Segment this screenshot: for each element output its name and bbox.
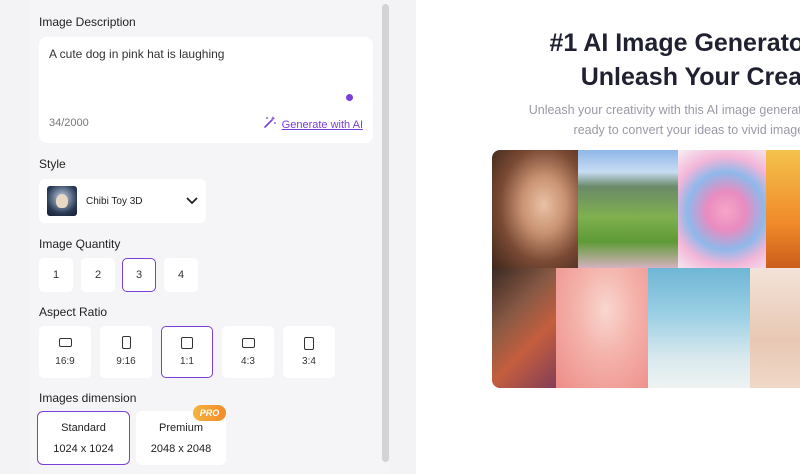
aspect-ratio-label-4-3: 4:3 [241, 356, 255, 367]
aspect-ratio-1-1[interactable]: 1:1 [161, 326, 213, 378]
aspect-ratio-label: Aspect Ratio [39, 305, 108, 319]
hero-subtitle-line1: Unleash your creativity with this AI ima… [528, 103, 800, 117]
aspect-ratio-4-3[interactable]: 4:3 [222, 326, 274, 378]
aspect-ratio-16-9[interactable]: 16:9 [39, 326, 91, 378]
portrait-ratio-icon [122, 336, 131, 349]
sample-image-anime-girl [556, 268, 656, 388]
generate-with-ai-button[interactable]: Generate with AI [263, 115, 363, 134]
dimension-standard-size: 1024 x 1024 [53, 443, 114, 455]
magic-wand-icon [263, 115, 277, 134]
aspect-ratio-label-9-16: 9:16 [116, 356, 136, 367]
sample-image-gallery [492, 150, 800, 388]
description-label: Image Description [39, 15, 136, 29]
quantity-option-3[interactable]: 3 [122, 258, 156, 292]
hero-subtitle: Unleash your creativity with this AI ima… [462, 100, 800, 140]
aspect-ratio-label-1-1: 1:1 [180, 356, 194, 367]
style-thumbnail [47, 186, 77, 216]
chevron-down-icon [186, 192, 198, 210]
portrait-ratio-icon [304, 337, 314, 350]
description-text[interactable]: A cute dog in pink hat is laughing [49, 47, 224, 61]
style-dropdown[interactable]: Chibi Toy 3D [39, 179, 206, 223]
aspect-ratio-label-3-4: 3:4 [302, 356, 316, 367]
panel-scrollbar[interactable] [382, 4, 389, 462]
sample-image-woman-sky [648, 268, 758, 388]
sample-image-flower-landscape [578, 150, 686, 272]
description-textarea[interactable]: A cute dog in pink hat is laughing 34/20… [39, 37, 373, 143]
landscape-ratio-icon [242, 338, 255, 348]
sample-image-portrait-woman [492, 150, 586, 272]
hero-subtitle-line2: ready to convert your ideas to vivid ima… [573, 123, 800, 137]
cursor-dot [346, 94, 353, 101]
quantity-option-1[interactable]: 1 [39, 258, 73, 292]
aspect-ratio-9-16[interactable]: 9:16 [100, 326, 152, 378]
style-selected-value: Chibi Toy 3D [86, 195, 143, 207]
dimension-standard[interactable]: Standard 1024 x 1024 [37, 411, 130, 465]
sample-image-orange-scene [766, 150, 800, 272]
pro-badge: PRO [193, 405, 226, 421]
quantity-label: Image Quantity [39, 237, 121, 251]
quantity-option-4[interactable]: 4 [164, 258, 198, 292]
hero-section: #1 AI Image Generator Onl Unleash Your C… [416, 0, 800, 474]
square-ratio-icon [181, 337, 193, 349]
character-count: 34/2000 [49, 117, 89, 129]
dimension-standard-name: Standard [61, 422, 106, 434]
dimension-premium-name: Premium [158, 422, 203, 434]
landscape-ratio-icon [59, 338, 72, 347]
dimension-label: Images dimension [39, 391, 137, 405]
hero-title: #1 AI Image Generator Onl Unleash Your C… [496, 26, 800, 94]
hero-title-line2: Unleash Your Creativ [580, 63, 800, 91]
sample-image-3d-coral-tower [678, 150, 774, 272]
aspect-ratio-3-4[interactable]: 3:4 [283, 326, 335, 378]
quantity-option-2[interactable]: 2 [81, 258, 115, 292]
aspect-ratio-label-16-9: 16:9 [55, 356, 75, 367]
generate-with-ai-label: Generate with AI [281, 118, 363, 131]
hero-title-line1: #1 AI Image Generator Onl [549, 29, 800, 57]
dimension-premium-size: 2048 x 2048 [150, 443, 212, 455]
style-label: Style [39, 157, 66, 171]
sample-image-baby [750, 268, 800, 388]
sample-image-couple [492, 268, 564, 388]
